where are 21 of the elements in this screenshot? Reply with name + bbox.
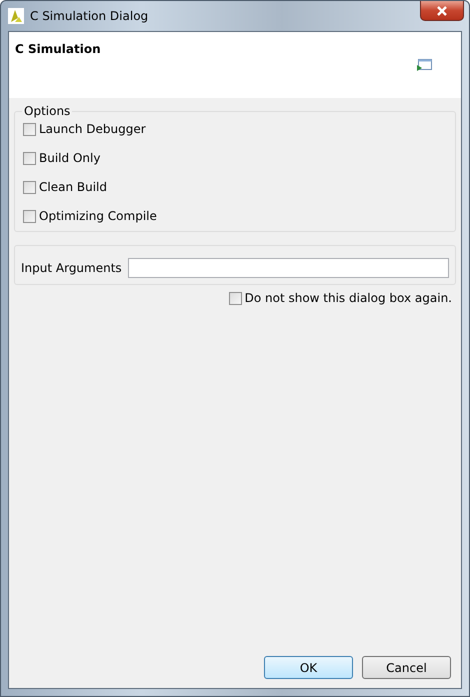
checkbox-label: Clean Build — [39, 180, 107, 194]
checkbox[interactable] — [23, 152, 36, 164]
dialog-heading: C Simulation — [15, 42, 101, 58]
checkbox-label: Launch Debugger — [39, 122, 146, 136]
checkbox[interactable] — [23, 210, 36, 222]
app-logo-icon — [8, 8, 24, 24]
window-play-icon — [417, 59, 432, 72]
cancel-button[interactable]: Cancel — [362, 656, 451, 679]
checkbox-label: Do not show this dialog box again. — [244, 291, 452, 305]
input-field[interactable] — [128, 258, 449, 278]
checkbox[interactable] — [23, 180, 36, 194]
checkbox-label: Optimizing Compile — [39, 209, 157, 223]
checkbox[interactable] — [228, 292, 242, 304]
group-label: Options — [23, 104, 72, 118]
window-title: C Simulation Dialog — [30, 9, 148, 23]
close-icon — [436, 6, 448, 16]
ok-button[interactable]: OK — [264, 656, 353, 679]
field-label: Input Arguments — [21, 261, 122, 275]
checkbox-label: Build Only — [39, 151, 100, 165]
close-button[interactable] — [420, 1, 464, 21]
checkbox[interactable] — [23, 122, 36, 136]
